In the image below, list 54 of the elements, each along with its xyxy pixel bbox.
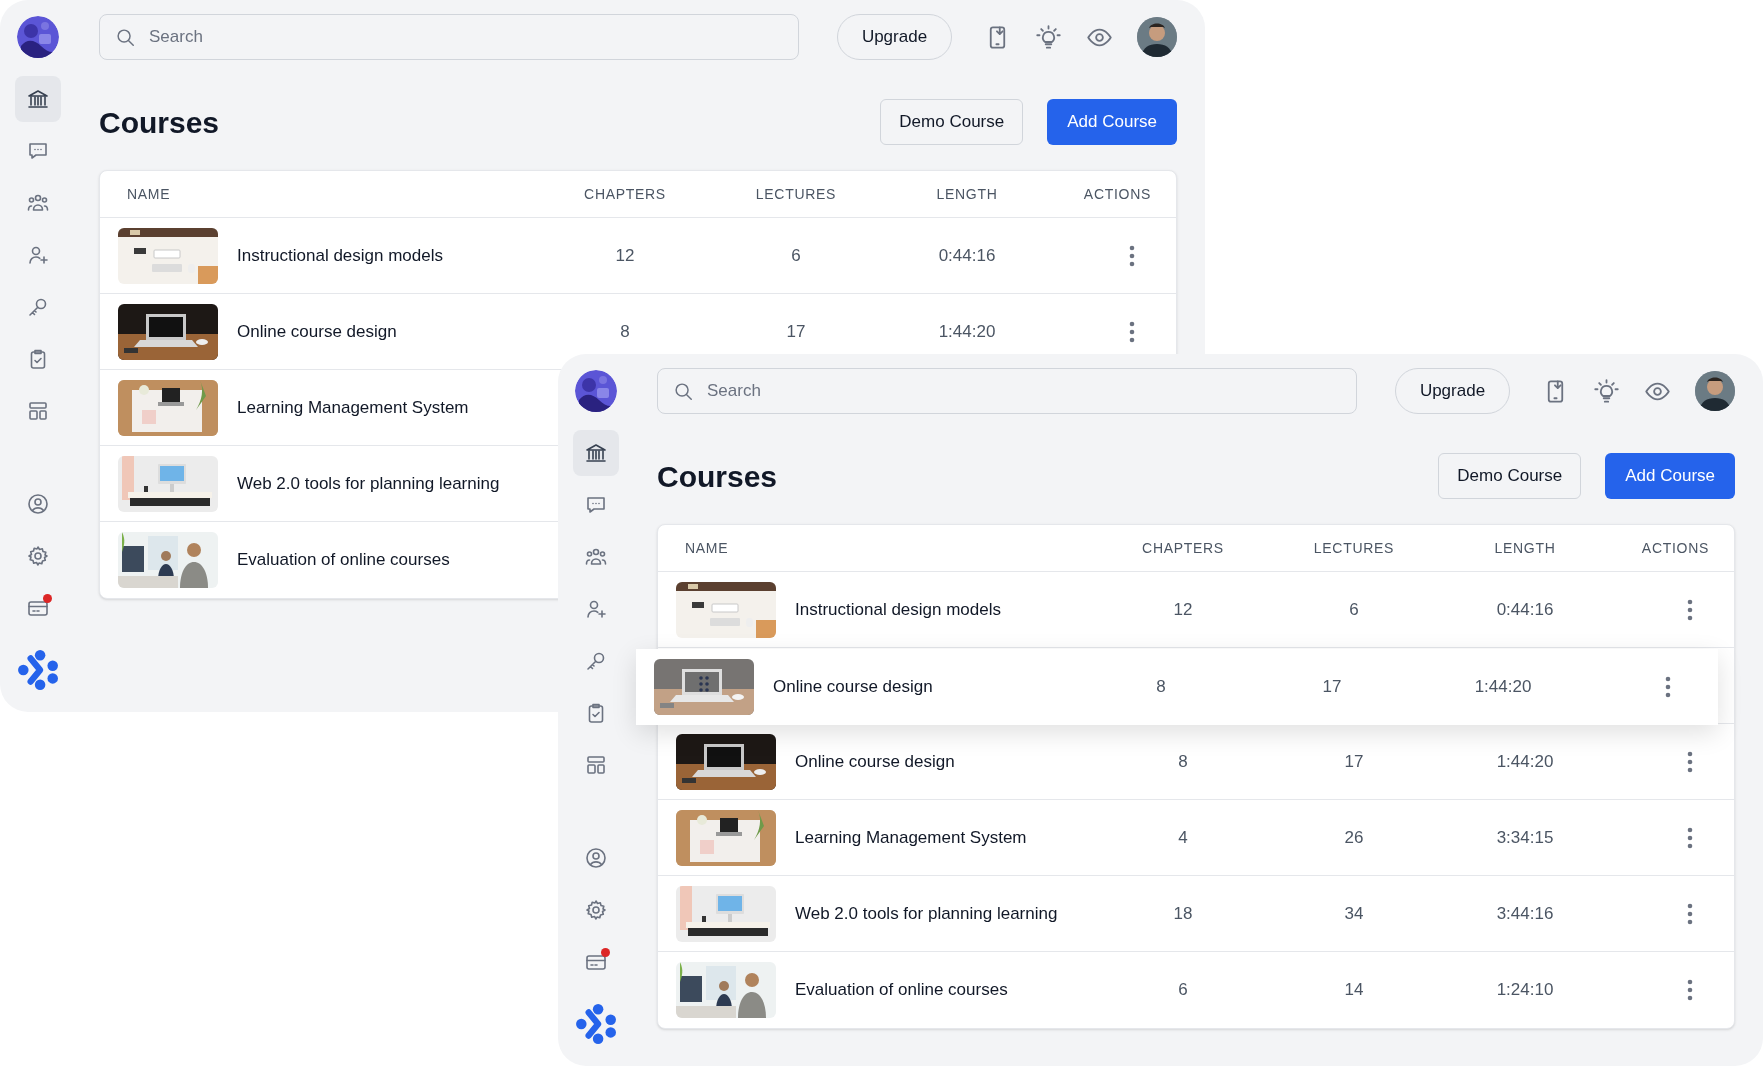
table-cell-text: 12 bbox=[1172, 598, 1194, 621]
column-header: LENGTH bbox=[1493, 538, 1557, 558]
column-header: LECTURES bbox=[1312, 538, 1396, 558]
table-cell-text: 18 bbox=[1172, 902, 1194, 925]
table-cell-text: 6 bbox=[1348, 598, 1360, 621]
table-cell-text: 8 bbox=[1155, 676, 1167, 699]
table-cell-text: 0:44:16 bbox=[937, 244, 997, 267]
course-name[interactable]: Evaluation of online courses bbox=[237, 547, 450, 573]
table-cell-text: 3:34:15 bbox=[1495, 826, 1555, 849]
table-cell-text: 6 bbox=[790, 244, 802, 267]
column-header: NAME bbox=[684, 538, 730, 558]
column-header: CHAPTERS bbox=[1141, 538, 1225, 558]
table-cell-text: 1:44:20 bbox=[937, 320, 997, 343]
table-cell-text: 12 bbox=[614, 244, 636, 267]
table-cell-text: 17 bbox=[1321, 676, 1343, 699]
column-header: LENGTH bbox=[935, 184, 999, 204]
course-name[interactable]: Online course design bbox=[237, 318, 397, 345]
column-header: ACTIONS bbox=[1640, 538, 1710, 558]
course-name[interactable]: Instructional design models bbox=[237, 242, 443, 269]
column-header: ACTIONS bbox=[1082, 184, 1152, 204]
course-name[interactable]: Learning Management System bbox=[237, 394, 469, 421]
course-name[interactable]: Learning Management System bbox=[795, 824, 1027, 851]
table-cell-text: 8 bbox=[1177, 750, 1189, 773]
dragged-row[interactable]: Online course design 8 17 1:44:20 bbox=[636, 649, 1718, 725]
table-cell-text: 6 bbox=[1177, 979, 1189, 1002]
page-title: Courses bbox=[657, 458, 778, 495]
demo-course-button[interactable]: Demo Course bbox=[1438, 453, 1582, 499]
table-cell-text: 14 bbox=[1343, 979, 1365, 1002]
table-cell-text: 1:24:10 bbox=[1495, 979, 1555, 1002]
table-cell-text: 1:44:20 bbox=[1473, 676, 1533, 699]
course-name[interactable]: Online course design bbox=[773, 674, 933, 700]
column-header: NAME bbox=[126, 184, 172, 204]
table-cell-text: 3:44:16 bbox=[1495, 902, 1555, 925]
course-name[interactable]: Instructional design models bbox=[795, 596, 1001, 623]
table-cell-text: 1:44:20 bbox=[1495, 750, 1555, 773]
table-cell-text: 0:44:16 bbox=[1495, 598, 1555, 621]
column-header: LECTURES bbox=[754, 184, 838, 204]
course-name[interactable]: Web 2.0 tools for planning learning bbox=[237, 470, 500, 497]
table-cell-text: 17 bbox=[785, 320, 807, 343]
course-name[interactable]: Evaluation of online courses bbox=[795, 977, 1008, 1003]
search-field[interactable]: Search bbox=[657, 368, 1357, 414]
demo-course-button[interactable]: Demo Course bbox=[880, 99, 1024, 145]
table-cell-text: 8 bbox=[619, 320, 631, 343]
add-course-button[interactable]: Add Course bbox=[1605, 453, 1735, 499]
table-cell-text: 4 bbox=[1177, 826, 1189, 849]
search-field[interactable]: Search bbox=[99, 14, 799, 60]
table-cell-text: 17 bbox=[1343, 750, 1365, 773]
table-cell-text: 34 bbox=[1343, 902, 1365, 925]
page-title: Courses bbox=[99, 104, 220, 141]
column-header: CHAPTERS bbox=[583, 184, 667, 204]
add-course-button[interactable]: Add Course bbox=[1047, 99, 1177, 145]
course-name[interactable]: Web 2.0 tools for planning learning bbox=[795, 900, 1058, 927]
course-name[interactable]: Online course design bbox=[795, 748, 955, 775]
table-cell-text: 26 bbox=[1343, 826, 1365, 849]
